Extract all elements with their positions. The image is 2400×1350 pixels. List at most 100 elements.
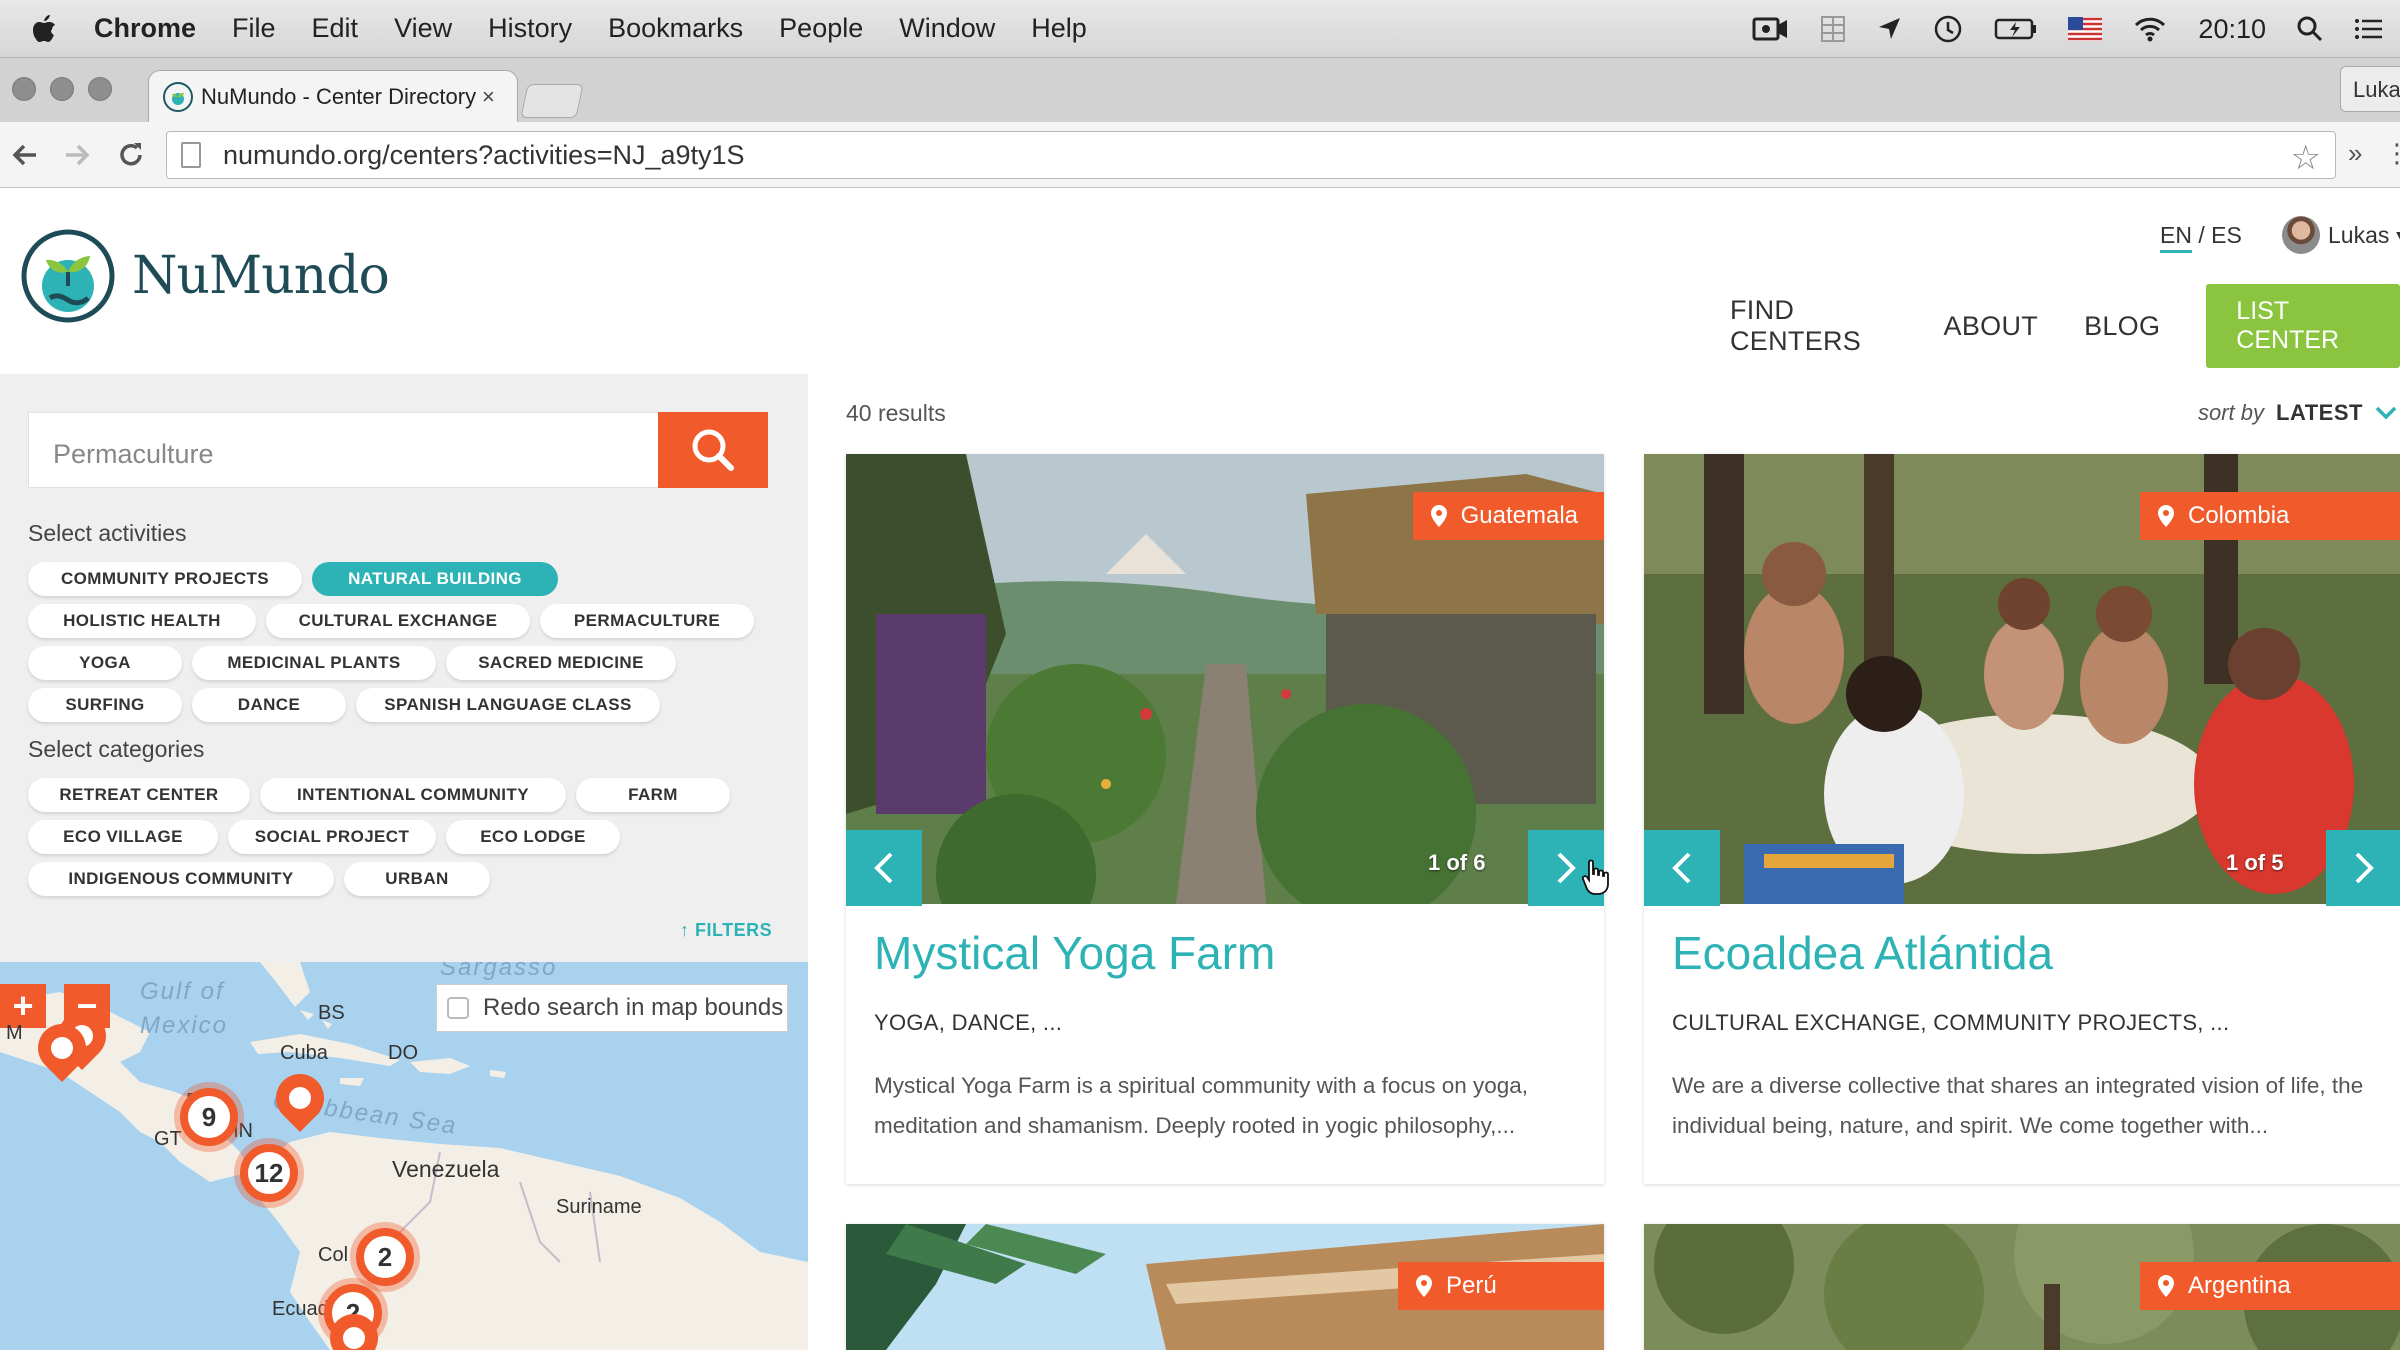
browser-tab-active[interactable]: NuMundo - Center Directory × [148, 70, 518, 122]
map-cluster-marker[interactable]: 2 [356, 1228, 414, 1286]
category-pill[interactable]: URBAN [344, 862, 490, 896]
center-card[interactable]: Argentina [1644, 1224, 2400, 1350]
us-flag-icon[interactable] [2068, 17, 2103, 41]
activity-pill[interactable]: HOLISTIC HEALTH [28, 604, 256, 638]
menu-edit[interactable]: Edit [312, 13, 359, 44]
menu-view[interactable]: View [394, 13, 452, 44]
time-machine-icon[interactable] [1932, 13, 1964, 45]
activity-pill[interactable]: YOGA [28, 646, 182, 680]
redo-search-checkbox[interactable]: Redo search in map bounds [436, 984, 788, 1032]
menu-history[interactable]: History [488, 13, 572, 44]
battery-icon[interactable] [1994, 15, 2038, 43]
wifi-icon[interactable] [2132, 15, 2168, 43]
list-center-button[interactable]: LIST CENTER [2206, 284, 2400, 368]
user-menu[interactable]: Lukas ▼ [2282, 216, 2400, 254]
country-name: Colombia [2188, 502, 2290, 529]
user-name: Lukas [2328, 221, 2390, 248]
search-input[interactable]: Permaculture [28, 412, 660, 488]
menu-file[interactable]: File [232, 13, 276, 44]
map-label-ecuador: Ecuad [272, 1298, 329, 1320]
sort-value: LATEST [2276, 400, 2363, 425]
window-close-button[interactable] [12, 77, 36, 101]
menu-window[interactable]: Window [899, 13, 995, 44]
activity-pill[interactable]: CULTURAL EXCHANGE [266, 604, 530, 638]
category-pill[interactable]: INTENTIONAL COMMUNITY [260, 778, 566, 812]
category-pill[interactable]: INDIGENOUS COMMUNITY [28, 862, 334, 896]
back-arrow-icon[interactable] [10, 140, 40, 178]
browser-tab-strip: NuMundo - Center Directory × Lukas [0, 58, 2400, 122]
activity-pill[interactable]: SACRED MEDICINE [446, 646, 676, 680]
lang-es-link[interactable]: ES [2211, 222, 2242, 248]
reload-icon[interactable] [116, 140, 146, 178]
center-card[interactable]: Colombia 1 of 5 Ecoaldea Atlántida CULTU… [1644, 454, 2400, 1184]
map-label-suriname: Suriname [556, 1196, 642, 1218]
new-tab-button[interactable] [520, 84, 584, 118]
search-button[interactable] [658, 412, 768, 488]
address-bar-url[interactable]: numundo.org/centers?activities=NJ_a9ty1S [223, 140, 745, 171]
window-minimize-button[interactable] [50, 77, 74, 101]
lang-separator: / [2191, 222, 2212, 248]
center-title[interactable]: Ecoaldea Atlántida [1672, 926, 2053, 980]
activities-label: Select activities [28, 520, 187, 546]
extensions-overflow-icon[interactable]: » [2348, 138, 2362, 169]
spotlight-search-icon[interactable] [2296, 15, 2324, 43]
forward-arrow-icon[interactable] [62, 140, 92, 178]
photo-prev-button[interactable] [1644, 830, 1720, 906]
nav-blog[interactable]: BLOG [2084, 311, 2160, 342]
sort-dropdown[interactable]: sort by LATEST [2198, 400, 2397, 426]
country-tag: Colombia [2140, 492, 2400, 540]
activity-pill[interactable]: MEDICINAL PLANTS [192, 646, 436, 680]
photo-counter: 1 of 5 [2226, 850, 2284, 875]
screen-record-icon[interactable] [1752, 15, 1790, 43]
category-pill[interactable]: ECO VILLAGE [28, 820, 218, 854]
chevron-down-icon [2375, 406, 2397, 420]
center-card[interactable]: Perú [846, 1224, 1604, 1350]
browser-profile-button[interactable]: Lukas [2340, 66, 2400, 112]
center-title[interactable]: Mystical Yoga Farm [874, 926, 1275, 980]
map-cluster-marker[interactable]: 9 [180, 1088, 238, 1146]
address-bar[interactable]: numundo.org/centers?activities=NJ_a9ty1S… [166, 131, 2336, 179]
grid-menu-icon[interactable] [1820, 15, 1846, 43]
location-arrow-icon[interactable] [1876, 15, 1902, 43]
nav-find-centers[interactable]: FIND CENTERS [1730, 295, 1898, 357]
activity-pill[interactable]: PERMACULTURE [540, 604, 754, 638]
activity-pill[interactable]: COMMUNITY PROJECTS [28, 562, 302, 596]
center-card[interactable]: Guatemala 1 of 6 Mystical Yoga Farm YOGA… [846, 454, 1604, 1184]
main-nav: FIND CENTERS ABOUT BLOG LIST CENTER [1730, 284, 2400, 368]
photo-prev-button[interactable] [846, 830, 922, 906]
search-icon [692, 429, 734, 471]
menu-people[interactable]: People [779, 13, 863, 44]
category-pill[interactable]: RETREAT CENTER [28, 778, 250, 812]
notification-center-icon[interactable] [2354, 15, 2384, 43]
location-pin-icon [1430, 505, 1447, 527]
tab-close-icon[interactable]: × [482, 84, 495, 110]
site-header: NuMundo EN / ES Lukas ▼ FIND CENTERS ABO… [0, 188, 2400, 374]
nav-about[interactable]: ABOUT [1944, 311, 2039, 342]
country-name: Guatemala [1460, 502, 1578, 529]
activity-pill-active[interactable]: NATURAL BUILDING [312, 562, 558, 596]
window-zoom-button[interactable] [88, 77, 112, 101]
activity-pill[interactable]: SURFING [28, 688, 182, 722]
map-cluster-marker[interactable]: 12 [240, 1144, 298, 1202]
language-switcher: EN / ES [2160, 222, 2242, 253]
photo-next-button[interactable] [2326, 830, 2400, 906]
results-map[interactable]: + − Redo search in map bounds Gulf of Me… [0, 962, 808, 1350]
menu-help[interactable]: Help [1031, 13, 1087, 44]
activity-pill[interactable]: DANCE [192, 688, 346, 722]
menubar-clock[interactable]: 20:10 [2198, 14, 2266, 45]
activity-pill[interactable]: SPANISH LANGUAGE CLASS [356, 688, 660, 722]
lang-en-link[interactable]: EN [2160, 222, 2192, 253]
category-pill[interactable]: ECO LODGE [446, 820, 620, 854]
menu-bookmarks[interactable]: Bookmarks [608, 13, 743, 44]
chrome-menu-icon[interactable]: ⋮ [2384, 138, 2400, 169]
category-pill[interactable]: FARM [576, 778, 730, 812]
menu-app-chrome[interactable]: Chrome [94, 13, 196, 44]
center-activities: YOGA, DANCE, ... [874, 1010, 1063, 1035]
numundo-logo[interactable]: NuMundo [20, 228, 390, 324]
filters-sidebar: Permaculture Select activities COMMUNITY… [0, 374, 808, 962]
tab-title: NuMundo - Center Directory [201, 83, 476, 109]
bookmark-star-icon[interactable]: ☆ [2291, 138, 2321, 178]
category-pill[interactable]: SOCIAL PROJECT [228, 820, 436, 854]
apple-logo-icon[interactable] [26, 10, 64, 48]
filters-toggle-link[interactable]: ↑ FILTERS [680, 920, 772, 941]
